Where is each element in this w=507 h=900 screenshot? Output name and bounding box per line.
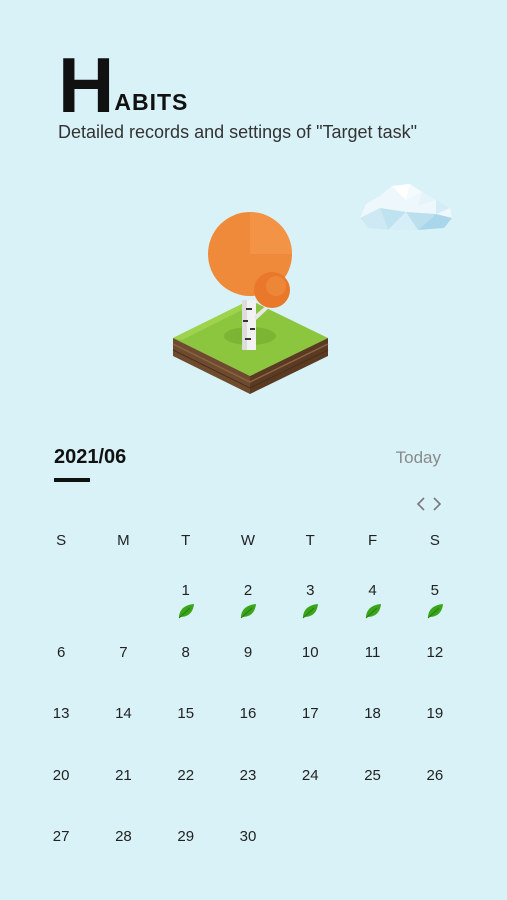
leaf-icon	[427, 604, 443, 619]
weekday-label: M	[117, 532, 130, 549]
day-number: 4	[368, 582, 377, 599]
calendar-empty-cell	[279, 814, 341, 876]
calendar-week-row: 20 21 22 23 24 25 26	[30, 753, 466, 815]
calendar-day[interactable]: 16	[217, 691, 279, 753]
day-number: 29	[177, 828, 195, 845]
day-number: 5	[430, 582, 439, 599]
calendar-day[interactable]: 23	[217, 753, 279, 815]
next-month-button[interactable]	[429, 494, 445, 514]
leaf-icon	[365, 604, 381, 619]
day-number: 16	[239, 705, 257, 722]
weekday-label: T	[305, 532, 315, 549]
calendar-grid: S M T W T F S 1 2 3 4 5 6 7 8 9 10 11 12 13 14 15 16 17 1…	[30, 532, 466, 876]
calendar-day[interactable]: 17	[279, 691, 341, 753]
weekday-label: S	[56, 532, 67, 549]
weekday-label: T	[181, 532, 191, 549]
calendar-day[interactable]: 12	[404, 630, 466, 692]
day-number: 12	[426, 643, 444, 661]
weekday-label: W	[240, 532, 256, 549]
day-number: 22	[177, 766, 195, 784]
calendar-day[interactable]: 24	[279, 753, 341, 815]
leaf-icon	[178, 604, 194, 619]
page-subtitle: Detailed records and settings of "Target…	[58, 122, 417, 142]
page-title: H ABITS	[58, 41, 189, 129]
day-number: 13	[52, 705, 70, 722]
day-number: 1	[181, 582, 190, 599]
calendar-day[interactable]: 6	[30, 630, 92, 692]
month-underline	[54, 478, 90, 482]
calendar-month: 2021/06	[54, 446, 127, 468]
day-number: 6	[56, 643, 66, 661]
calendar-day[interactable]: 19	[404, 691, 466, 753]
calendar-empty-cell	[92, 568, 154, 630]
day-number: 17	[301, 705, 319, 722]
calendar-day[interactable]: 2	[217, 568, 279, 630]
calendar-day[interactable]: 22	[155, 753, 217, 815]
day-number: 23	[239, 766, 257, 784]
day-number: 2	[243, 582, 253, 599]
calendar-day[interactable]: 13	[30, 691, 92, 753]
day-number: 27	[52, 828, 70, 845]
calendar-week-row: 6 7 8 9 10 11 12	[30, 630, 466, 692]
day-number: 24	[301, 766, 319, 784]
calendar-day[interactable]: 27	[30, 814, 92, 876]
calendar-day[interactable]: 14	[92, 691, 154, 753]
calendar-day[interactable]: 30	[217, 814, 279, 876]
day-number: 20	[52, 766, 70, 784]
calendar-day[interactable]: 8	[155, 630, 217, 692]
day-number: 8	[181, 643, 190, 661]
prev-month-button[interactable]	[413, 494, 429, 514]
day-number: 19	[426, 705, 444, 722]
tree-illustration	[172, 212, 329, 394]
day-number: 15	[177, 705, 195, 722]
calendar-day[interactable]: 25	[341, 753, 403, 815]
calendar-empty-cell	[404, 814, 466, 876]
calendar-day[interactable]: 15	[155, 691, 217, 753]
calendar-empty-cell	[30, 568, 92, 630]
leaf-icon	[302, 604, 319, 619]
calendar-day[interactable]: 11	[341, 630, 403, 692]
calendar-week-row: 27 28 29 30	[30, 814, 466, 876]
calendar-empty-cell	[341, 814, 403, 876]
calendar-day[interactable]: 29	[155, 814, 217, 876]
day-number: 30	[239, 828, 257, 845]
calendar-week-row: 13 14 15 16 17 18 19	[30, 691, 466, 753]
calendar-day[interactable]: 5	[404, 568, 466, 630]
calendar-day[interactable]: 26	[404, 753, 466, 815]
calendar-day[interactable]: 18	[341, 691, 403, 753]
title-rest: ABITS	[114, 89, 189, 115]
day-number: 28	[115, 828, 132, 845]
leaf-icon	[240, 604, 256, 619]
day-number: 10	[301, 643, 319, 661]
day-number: 26	[426, 766, 444, 784]
day-number: 3	[306, 582, 315, 599]
today-button[interactable]: Today	[396, 448, 441, 468]
calendar-day[interactable]: 9	[217, 630, 279, 692]
title-initial: H	[58, 41, 114, 129]
calendar-week-row: 1 2 3 4 5	[30, 568, 466, 630]
calendar-day[interactable]: 10	[279, 630, 341, 692]
day-number: 21	[115, 766, 132, 784]
calendar-day[interactable]: 1	[155, 568, 217, 630]
day-number: 25	[364, 766, 381, 784]
day-number: 14	[115, 705, 132, 722]
calendar-day[interactable]: 21	[92, 753, 154, 815]
cloud-illustration	[360, 184, 452, 230]
calendar-day[interactable]: 7	[92, 630, 154, 692]
day-number: 18	[364, 705, 381, 722]
calendar-day[interactable]: 20	[30, 753, 92, 815]
day-number: 7	[119, 643, 128, 661]
chevron-right-icon	[433, 497, 442, 511]
calendar-day[interactable]: 28	[92, 814, 154, 876]
calendar-day[interactable]: 4	[341, 568, 403, 630]
weekday-header: S M T W T F S	[30, 532, 466, 568]
weekday-label: F	[367, 532, 378, 549]
chevron-left-icon	[416, 497, 425, 511]
day-number: 9	[243, 643, 253, 661]
day-number: 11	[364, 643, 381, 661]
calendar-day[interactable]: 3	[279, 568, 341, 630]
weekday-label: S	[429, 532, 440, 549]
